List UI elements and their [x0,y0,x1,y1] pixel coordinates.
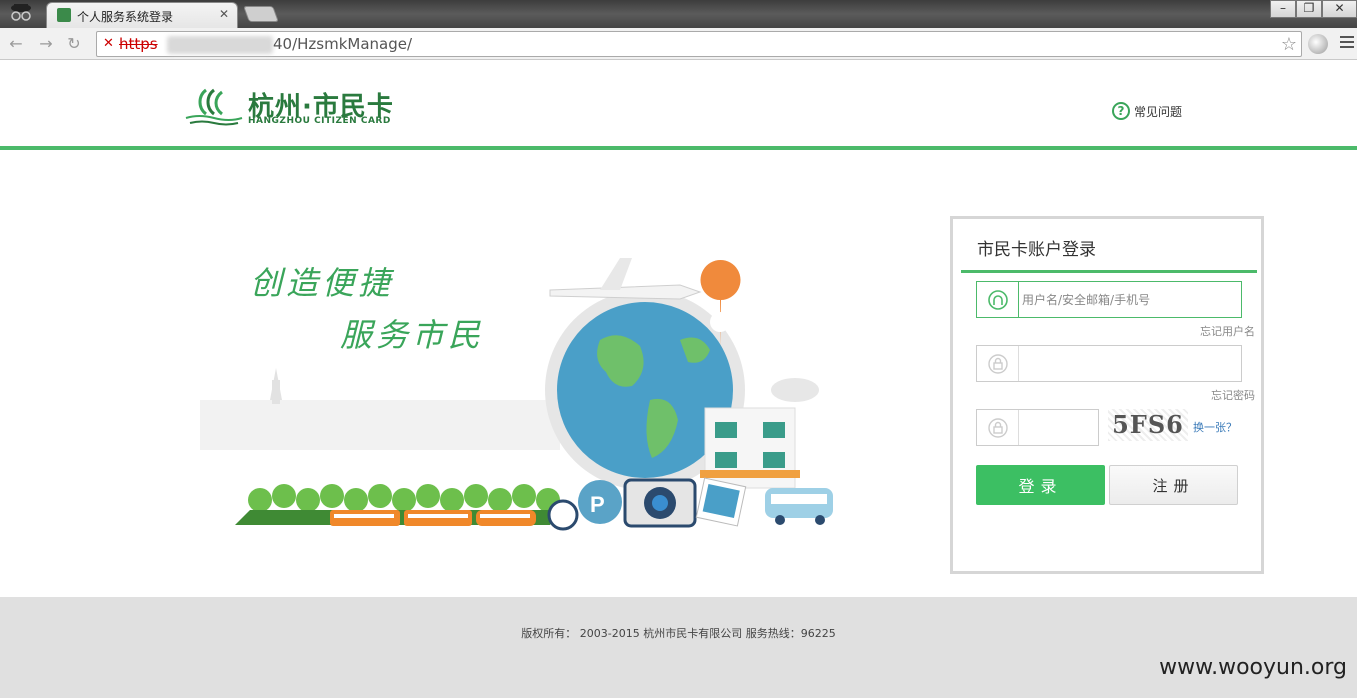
forgot-password-link[interactable]: 忘记密码 [1211,387,1255,403]
username-input[interactable] [1020,282,1238,317]
tab-title: 个人服务系统登录 [77,10,174,24]
site-header: 杭州·市民卡 HANGZHOU CITIZEN CARD ? 常见问题 [0,60,1357,150]
password-field[interactable] [976,345,1242,382]
site-logo[interactable]: 杭州·市民卡 HANGZHOU CITIZEN CARD [184,84,414,132]
extension-icon[interactable] [1308,34,1328,54]
browser-menu-icon[interactable] [1340,36,1354,51]
bookmark-star-icon[interactable]: ☆ [1281,34,1297,55]
address-bar[interactable]: ✕ https 40/HzsmkManage/ ☆ [96,31,1302,57]
broken-lock-icon[interactable]: ✕ [103,36,117,52]
login-title-underline [961,270,1257,273]
lock-icon [977,346,1019,381]
logo-emblem-icon [185,88,243,126]
captcha-input[interactable] [1020,410,1096,445]
back-arrow-icon[interactable]: ← [6,34,26,54]
tab-close-icon[interactable]: ✕ [219,7,229,21]
url-redacted [167,36,273,54]
incognito-icon [6,2,36,24]
forgot-username-link[interactable]: 忘记用户名 [1200,323,1255,339]
reload-icon[interactable]: ↻ [64,34,84,54]
browser-tab[interactable]: 个人服务系统登录 ✕ [46,2,238,28]
register-button[interactable]: 注册 [1109,465,1238,505]
username-field[interactable] [976,281,1242,318]
login-button[interactable]: 登录 [976,465,1105,505]
copyright-text: 版权所有： 2003-2015 杭州市民卡有限公司 服务热线：96225 [521,627,836,640]
watermark: www.wooyun.org [1159,655,1347,680]
faq-label: 常见问题 [1134,104,1183,119]
captcha-lock-icon [977,410,1019,445]
maximize-button[interactable]: ❐ [1296,0,1322,18]
browser-titlebar: 个人服务系统登录 ✕ – ❐ ✕ [0,0,1357,28]
close-window-button[interactable]: ✕ [1322,0,1357,18]
question-icon: ? [1112,102,1130,120]
login-panel: 市民卡账户登录 忘记用户名 忘记密码 5FS6 换一张？ 登录 注册 [950,216,1264,574]
url-text: 40/HzsmkManage/ [273,35,413,53]
hero-illustration: P 创造便捷 服务市民 [180,230,860,560]
slogan-line-2: 服务市民 [340,316,485,354]
login-title: 市民卡账户登录 [977,240,1096,260]
user-icon [977,282,1019,317]
captcha-field[interactable] [976,409,1099,446]
new-tab-button[interactable] [243,6,279,22]
captcha-refresh-link[interactable]: 换一张？ [1193,419,1237,435]
svg-text:P: P [590,492,605,517]
url-scheme: https [119,35,158,53]
browser-toolbar: ← → ↻ ✕ https 40/HzsmkManage/ ☆ [0,28,1357,60]
faq-link[interactable]: ? 常见问题 [1112,102,1182,120]
slogan-line-1: 创造便捷 [250,264,395,302]
password-input[interactable] [1020,346,1238,381]
logo-english: HANGZHOU CITIZEN CARD [248,116,391,126]
captcha-image[interactable]: 5FS6 [1108,409,1188,441]
site-favicon-icon [57,8,71,22]
forward-arrow-icon[interactable]: → [36,34,56,54]
minimize-button[interactable]: – [1270,0,1296,18]
site-footer: 版权所有： 2003-2015 杭州市民卡有限公司 服务热线：96225 www… [0,597,1357,698]
